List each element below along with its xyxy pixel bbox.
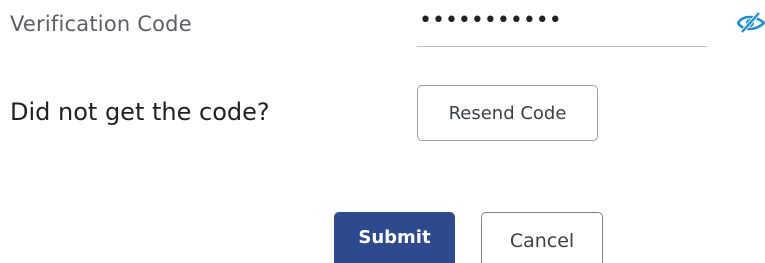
verification-form: Verification Code ••••••••••• Did not ge…	[0, 0, 765, 263]
verification-code-masked-value: •••••••••••	[419, 8, 562, 33]
resend-code-button[interactable]: Resend Code	[417, 85, 598, 141]
resend-prompt-label: Did not get the code?	[10, 98, 270, 126]
eye-slash-icon[interactable]	[736, 11, 765, 34]
verification-code-label: Verification Code	[10, 12, 192, 36]
cancel-button[interactable]: Cancel	[481, 212, 603, 263]
verification-code-input[interactable]: •••••••••••	[417, 2, 707, 47]
submit-button[interactable]: Submit	[334, 212, 455, 263]
